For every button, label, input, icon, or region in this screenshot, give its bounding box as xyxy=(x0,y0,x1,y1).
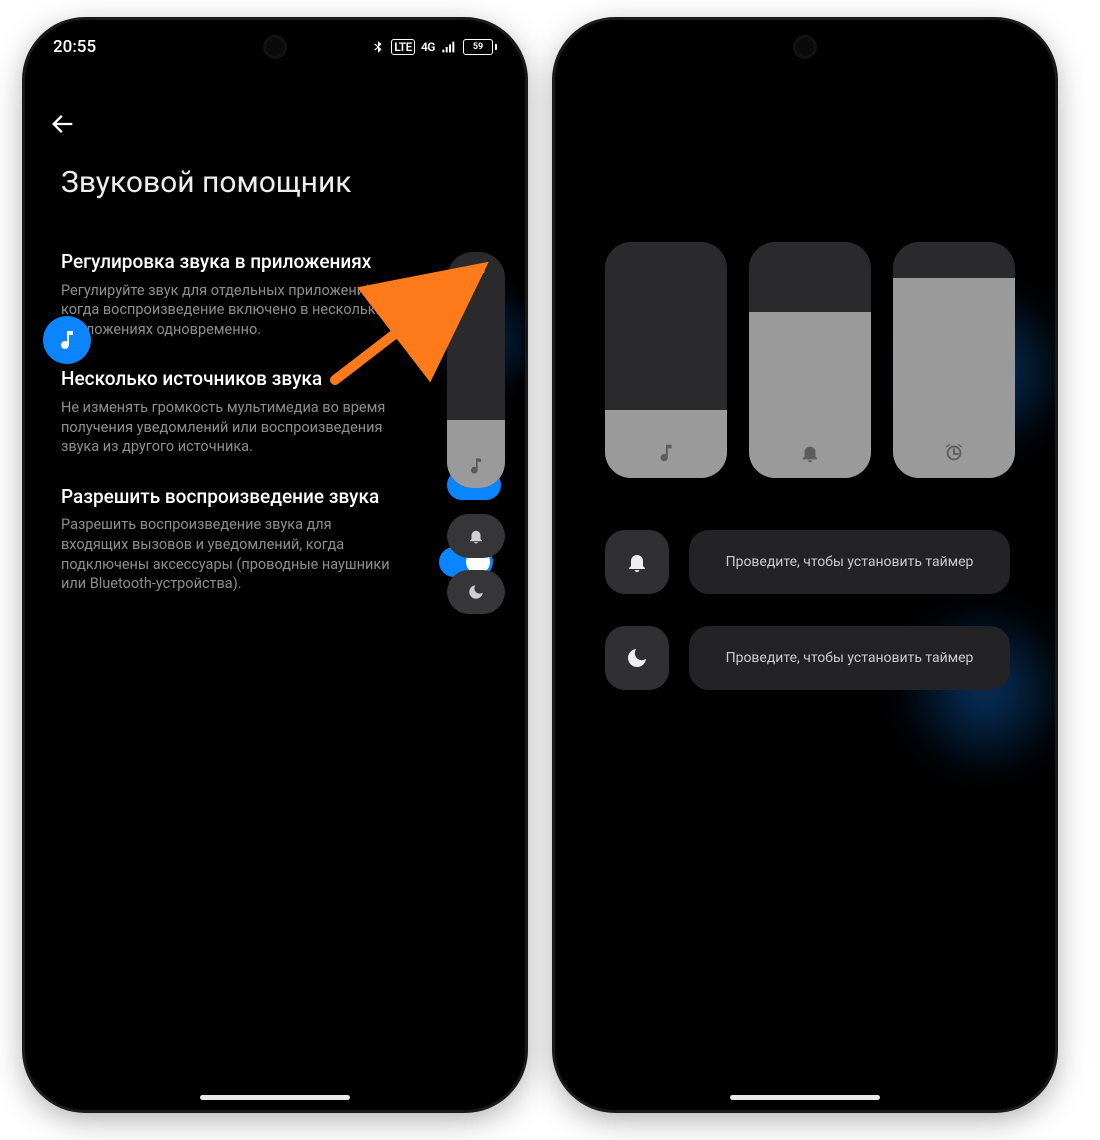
dnd-button[interactable] xyxy=(447,570,505,614)
moon-icon xyxy=(467,583,485,601)
bell-icon-button[interactable] xyxy=(605,530,669,594)
setting-app-volume[interactable]: Регулировка звука в приложениях Регулиру… xyxy=(61,250,489,339)
alarm-clock-icon xyxy=(943,442,965,464)
dnd-timer-row: Проведите, чтобы установить таймер xyxy=(605,626,1010,690)
moon-icon xyxy=(625,646,649,670)
bell-icon xyxy=(625,550,649,574)
battery-indicator: 59 xyxy=(463,39,497,55)
notification-volume-button[interactable] xyxy=(447,514,505,558)
settings-list: Регулировка звука в приложениях Регулиру… xyxy=(61,250,489,594)
home-indicator[interactable] xyxy=(200,1095,350,1100)
phone-right: Проведите, чтобы установить таймер Прове… xyxy=(555,20,1055,1110)
slider-track[interactable] xyxy=(605,242,727,410)
status-icons-group: LTE 4G 59 xyxy=(371,39,497,55)
camera-punch-hole xyxy=(266,38,284,56)
camera-punch-hole xyxy=(796,38,814,56)
setting-multi-source[interactable]: Несколько источников звука Не изменять г… xyxy=(61,367,489,456)
setting-allow-playback[interactable]: Разрешить воспроизведение звука Разрешит… xyxy=(61,485,489,594)
music-note-icon xyxy=(466,456,486,476)
alarm-volume-slider[interactable] xyxy=(893,242,1015,478)
music-note-icon xyxy=(655,442,677,464)
back-button[interactable] xyxy=(49,110,77,142)
setting-title: Разрешить воспроизведение звука xyxy=(61,485,489,510)
setting-desc: Не изменять громкость мультимедиа во вре… xyxy=(61,398,401,457)
setting-title: Регулировка звука в приложениях xyxy=(61,250,489,275)
home-indicator[interactable] xyxy=(730,1095,880,1100)
page-title: Звуковой помощник xyxy=(61,165,351,200)
bell-timer-row: Проведите, чтобы установить таймер xyxy=(605,530,1010,594)
moon-icon-button[interactable] xyxy=(605,626,669,690)
phone-left: 20:55 LTE 4G 59 Звуковой помощник Регули… xyxy=(25,20,525,1110)
swipe-text: Проведите, чтобы установить таймер xyxy=(726,650,974,666)
setting-title: Несколько источников звука xyxy=(61,367,489,392)
setting-desc: Разрешить воспроизведение звука для вход… xyxy=(61,515,401,593)
volume-overlay-panel[interactable]: ••• xyxy=(447,252,505,488)
volume-sliders-row xyxy=(605,242,1015,478)
bluetooth-icon xyxy=(371,40,385,54)
signal-icon xyxy=(441,39,457,55)
slider-fill[interactable] xyxy=(893,278,1015,478)
media-volume-slider[interactable] xyxy=(605,242,727,478)
slider-track[interactable] xyxy=(893,242,1015,278)
music-shortcut-button[interactable] xyxy=(43,316,91,364)
swipe-timer-pill[interactable]: Проведите, чтобы установить таймер xyxy=(689,530,1010,594)
slider-fill[interactable] xyxy=(749,312,871,478)
swipe-text: Проведите, чтобы установить таймер xyxy=(726,554,974,570)
network-4g: 4G xyxy=(421,40,435,54)
bell-icon xyxy=(467,527,485,545)
slider-track[interactable] xyxy=(749,242,871,312)
bell-icon xyxy=(799,442,821,464)
setting-desc: Регулируйте звук для отдельных приложени… xyxy=(61,281,401,340)
slider-fill[interactable] xyxy=(605,410,727,478)
swipe-timer-pill[interactable]: Проведите, чтобы установить таймер xyxy=(689,626,1010,690)
volume-slider-fill[interactable] xyxy=(447,420,505,488)
music-note-icon xyxy=(55,328,79,352)
status-time: 20:55 xyxy=(53,37,96,57)
ring-volume-slider[interactable] xyxy=(749,242,871,478)
more-icon[interactable]: ••• xyxy=(463,262,488,281)
battery-pct: 59 xyxy=(473,42,483,52)
volte-badge: LTE xyxy=(391,39,415,55)
